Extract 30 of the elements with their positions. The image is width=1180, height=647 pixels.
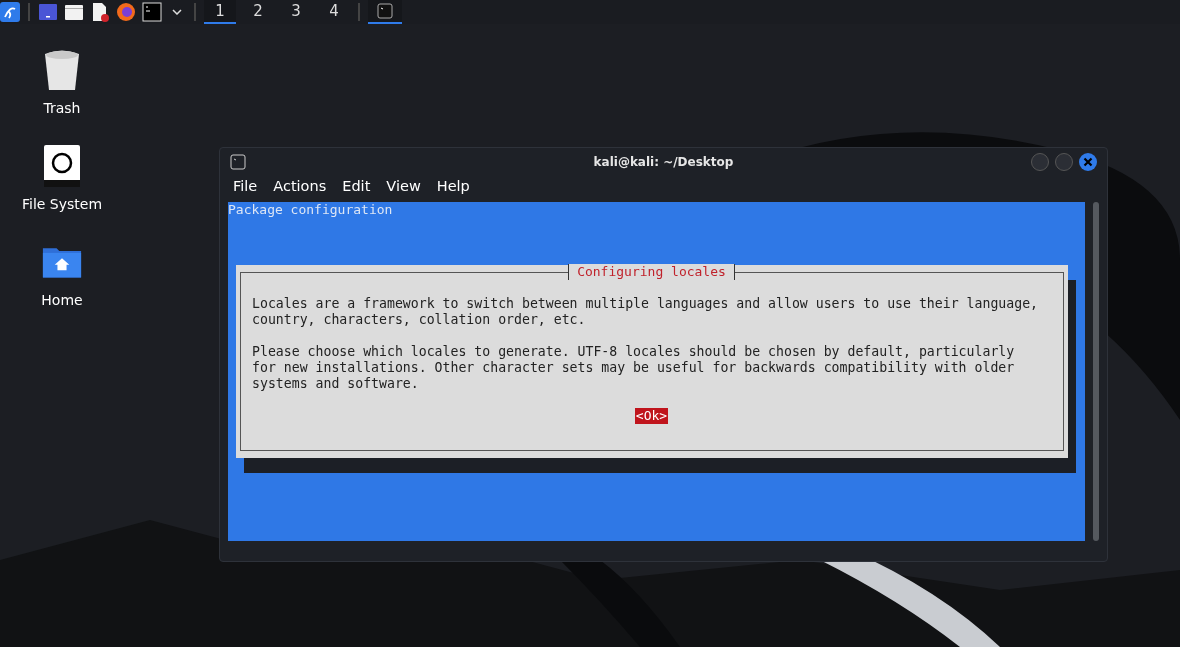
desktop-icon-label[interactable]: Home	[41, 292, 83, 308]
terminal-icon[interactable]	[142, 2, 162, 22]
window-title: kali@kali: ~/Desktop	[593, 155, 734, 169]
window-icon[interactable]	[38, 2, 58, 22]
menu-item[interactable]: View	[379, 178, 428, 194]
workspace-button[interactable]: 4	[318, 0, 350, 24]
menu-item[interactable]: Actions	[266, 178, 334, 194]
dialog-text: Locales are a framework to switch between multiple languages and allow users to use their language, country, characters, collation order, etc.	[252, 296, 1039, 328]
desktop-icon-label[interactable]: Trash	[43, 100, 81, 116]
browser-icon[interactable]	[116, 2, 136, 22]
menu-item[interactable]: Edit	[335, 178, 378, 194]
desktop-icon-label[interactable]: File System	[21, 196, 103, 212]
terminal-icon	[377, 3, 393, 19]
workspace-button[interactable]: 3	[280, 0, 312, 24]
terminal-header: Package configuration	[228, 202, 393, 218]
task-button[interactable]	[368, 0, 402, 24]
terminal-icon	[230, 154, 246, 170]
close-icon[interactable]	[1079, 153, 1097, 171]
trash-icon[interactable]	[42, 48, 82, 92]
scrollbar[interactable]	[1093, 202, 1099, 541]
dialog-text: Please choose which locales to generate. UTF-8 locales should be chosen by default, particularly for new installations. Other character sets may be useful for backwards compatibility with older systems and software.	[252, 344, 1016, 392]
caret-icon[interactable]	[172, 9, 182, 15]
document-icon[interactable]	[90, 2, 110, 22]
workspace-button[interactable]: 2	[242, 0, 274, 24]
menu-item[interactable]: Help	[429, 178, 477, 194]
dialog-title: Configuring locales	[568, 264, 735, 280]
workspace-button[interactable]: 1	[204, 0, 236, 24]
ok-button[interactable]: <Ok>	[634, 408, 669, 424]
drive-icon[interactable]	[42, 144, 82, 188]
menu-item[interactable]: File	[226, 178, 265, 194]
